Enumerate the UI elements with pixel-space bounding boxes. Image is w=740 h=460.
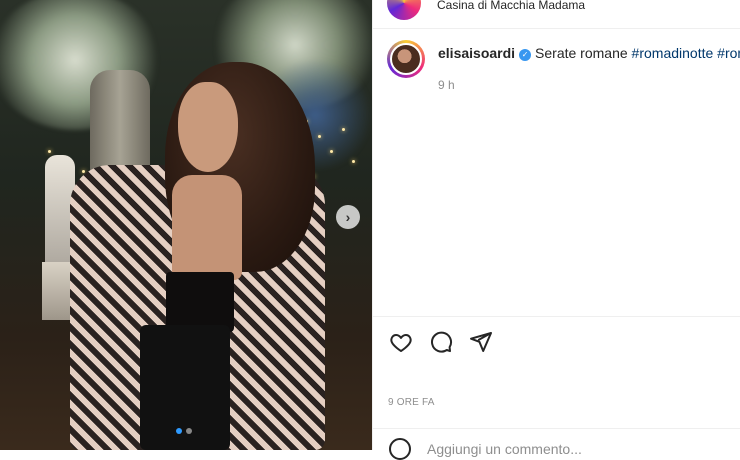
- post-timestamp[interactable]: 9 ORE FA: [388, 397, 435, 408]
- carousel-next-button[interactable]: ›: [336, 205, 360, 229]
- caption-text: Serate romane: [535, 45, 628, 61]
- comment-input[interactable]: [427, 440, 717, 458]
- post-details-panel: Casina di Macchia Madama elisaisoardi ✓ Se…: [372, 0, 740, 460]
- share-button[interactable]: [467, 328, 495, 356]
- fairy-light: [318, 135, 321, 138]
- chevron-right-icon: ›: [345, 209, 351, 225]
- carousel-dot: [186, 428, 192, 434]
- carousel-dots: [176, 428, 192, 434]
- post-photo[interactable]: ›: [0, 0, 372, 450]
- header-avatar[interactable]: [387, 0, 421, 20]
- heart-icon: [390, 334, 412, 352]
- divider: [373, 428, 740, 429]
- divider: [373, 316, 740, 317]
- carousel-dot: [176, 428, 182, 434]
- avatar: [390, 43, 422, 75]
- woman-face: [178, 82, 238, 172]
- caption-avatar[interactable]: [387, 40, 425, 78]
- caption-time: 9 h: [438, 78, 455, 92]
- fairy-light: [48, 150, 51, 153]
- comment-button[interactable]: [427, 328, 455, 356]
- username-link[interactable]: elisaisoardi: [438, 45, 515, 61]
- woman-chest: [172, 175, 242, 280]
- woman-top: [166, 272, 234, 332]
- like-button[interactable]: [387, 328, 415, 356]
- verified-badge-icon: ✓: [519, 48, 532, 61]
- fairy-light: [352, 160, 355, 163]
- hashtag-link[interactable]: #rom: [717, 45, 740, 61]
- post-location[interactable]: Casina di Macchia Madama: [437, 0, 585, 12]
- paper-plane-icon: [470, 332, 492, 352]
- post-header: Casina di Macchia Madama: [373, 0, 740, 29]
- caption: elisaisoardi ✓ Serate romane #romadinotte …: [438, 45, 740, 61]
- comment-bubble-icon: [431, 331, 453, 353]
- fairy-light: [330, 150, 333, 153]
- hashtag-link[interactable]: #romadinotte: [632, 45, 714, 61]
- fairy-light: [342, 128, 345, 131]
- emoji-icon[interactable]: [389, 438, 411, 460]
